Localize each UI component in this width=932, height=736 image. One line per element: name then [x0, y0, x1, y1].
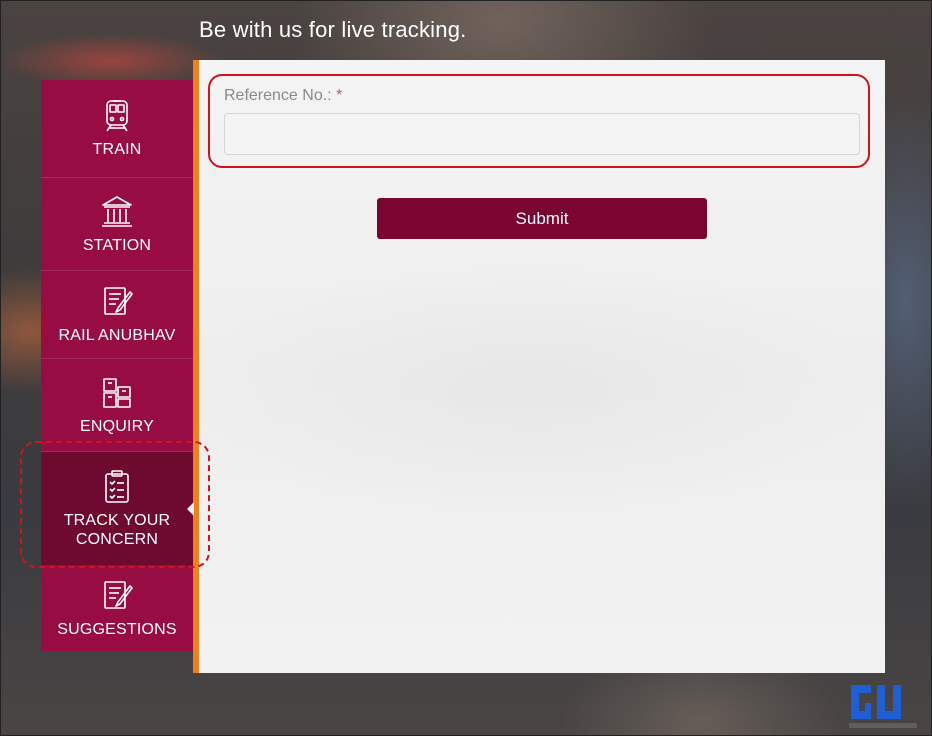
sidebar-item-label: ENQUIRY — [79, 417, 154, 435]
sidebar-item-label: STATION — [82, 236, 152, 254]
sidebar-item-label: TRAIN — [92, 141, 142, 158]
enquiry-boxes-icon — [103, 377, 131, 408]
station-building-icon — [102, 195, 132, 227]
submit-button[interactable]: Submit — [377, 198, 707, 239]
gadgets-to-use-logo-icon — [849, 685, 917, 728]
sidebar-item-enquiry[interactable]: ENQUIRY — [41, 359, 193, 452]
page-background: Be with us for live tracking. TRAIN STAT… — [0, 0, 932, 736]
reference-field-highlight — [208, 74, 870, 168]
track-concern-highlight — [20, 441, 210, 568]
train-icon — [106, 100, 128, 132]
sidebar-item-station[interactable]: STATION — [41, 178, 193, 271]
sidebar-item-label: SUGGESTIONS — [57, 620, 177, 638]
suggestion-form-icon — [104, 580, 133, 609]
sidebar-item-label: RAIL ANUBHAV — [58, 327, 176, 344]
sidebar-item-rail-anubhav[interactable]: RAIL ANUBHAV — [41, 271, 193, 359]
page-tagline: Be with us for live tracking. — [199, 17, 467, 42]
sidebar-item-train[interactable]: TRAIN — [41, 80, 193, 178]
feedback-form-icon — [104, 287, 133, 315]
sidebar-item-suggestions[interactable]: SUGGESTIONS — [41, 565, 193, 651]
